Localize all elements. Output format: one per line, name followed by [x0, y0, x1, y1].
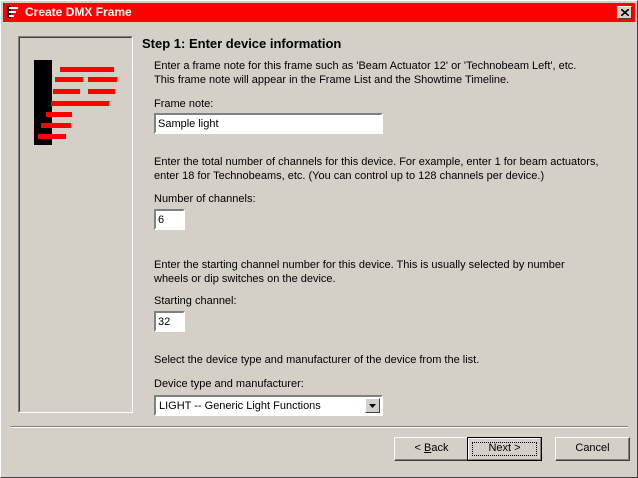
app-icon: [6, 5, 20, 19]
device-type-selected-value: LIGHT -- Generic Light Functions: [159, 400, 321, 412]
device-type-label: Device type and manufacturer:: [154, 378, 304, 390]
channels-description: Enter the total number of channels for t…: [154, 156, 599, 182]
next-button[interactable]: Next >: [467, 437, 542, 461]
title-bar[interactable]: Create DMX Frame: [3, 3, 635, 22]
close-button[interactable]: [617, 6, 632, 19]
frame-note-input[interactable]: Sample light: [154, 113, 383, 134]
channels-label: Number of channels:: [154, 193, 256, 205]
start-channel-label: Starting channel:: [154, 295, 237, 307]
dmx-logo-icon: [34, 60, 117, 145]
dropdown-button[interactable]: [365, 398, 380, 413]
close-icon: [621, 9, 629, 16]
frame-note-description: Enter a frame note for this frame such a…: [154, 60, 577, 86]
back-button[interactable]: < Back: [394, 437, 469, 461]
device-type-description: Select the device type and manufacturer …: [154, 354, 480, 366]
start-channel-input[interactable]: 32: [154, 311, 185, 332]
step-heading: Step 1: Enter device information: [142, 36, 342, 51]
button-separator: [10, 426, 628, 428]
logo-panel: [18, 36, 133, 413]
start-channel-description: Enter the starting channel number for th…: [154, 259, 565, 285]
create-dmx-frame-dialog: Create DMX Frame Step 1: Enter device in…: [0, 0, 638, 478]
channels-input[interactable]: 6: [154, 209, 185, 230]
device-type-select[interactable]: LIGHT -- Generic Light Functions: [154, 395, 383, 416]
chevron-down-icon: [369, 404, 376, 408]
cancel-button[interactable]: Cancel: [555, 437, 630, 461]
window-title: Create DMX Frame: [25, 5, 132, 19]
frame-note-label: Frame note:: [154, 98, 214, 110]
